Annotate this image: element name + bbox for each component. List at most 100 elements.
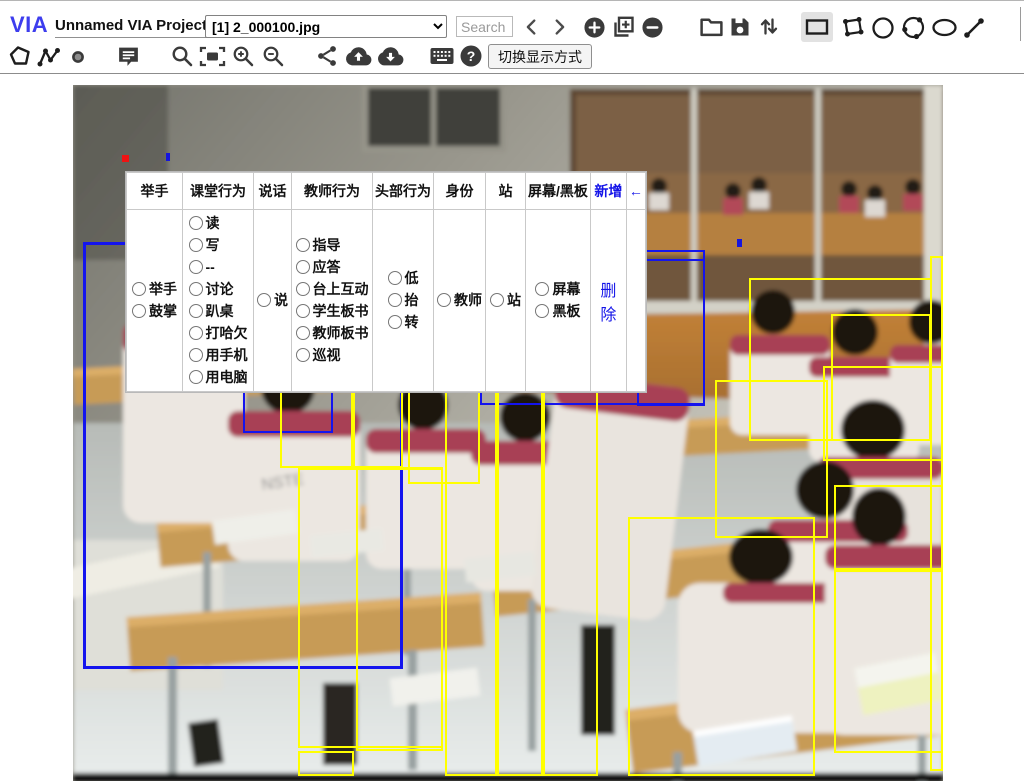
point-shape-tool[interactable] xyxy=(71,50,85,64)
radio-raise-hand[interactable] xyxy=(132,304,146,318)
region-box-yellow[interactable] xyxy=(834,485,943,570)
region-box-yellow[interactable] xyxy=(280,384,353,468)
radio-screen-board[interactable] xyxy=(535,282,550,296)
radio-option-identity[interactable]: 教师 xyxy=(437,289,482,311)
file-selector-dropdown[interactable]: [1] 2_000100.jpg xyxy=(205,15,447,38)
circle-shape-tool[interactable] xyxy=(871,16,895,40)
radio-option-teacher-behavior[interactable]: 指导 xyxy=(295,234,369,256)
next-image-button[interactable] xyxy=(548,16,570,38)
radio-option-class-behavior[interactable]: 讨论 xyxy=(188,278,248,300)
radio-teacher-behavior[interactable] xyxy=(295,348,310,362)
radio-option-class-behavior[interactable]: 写 xyxy=(188,234,248,256)
download-annotations-button[interactable] xyxy=(377,45,404,67)
region-box-yellow[interactable] xyxy=(715,380,828,538)
region-box-yellow[interactable] xyxy=(497,380,543,776)
region-box-yellow[interactable] xyxy=(298,751,354,776)
radio-option-class-behavior[interactable]: 打哈欠 xyxy=(188,322,248,344)
project-title[interactable]: Unnamed VIA Project xyxy=(55,17,211,38)
polygon-shape-tool[interactable] xyxy=(7,44,33,70)
region-box-yellow[interactable] xyxy=(628,517,815,776)
radio-class-behavior[interactable] xyxy=(188,304,203,318)
help-button[interactable]: ? xyxy=(459,44,483,68)
region-box-yellow[interactable] xyxy=(543,384,598,776)
radio-class-behavior[interactable] xyxy=(188,370,203,384)
radio-option-class-behavior[interactable]: 用手机 xyxy=(188,344,248,366)
toggle-display-mode-button[interactable]: 切换显示方式 xyxy=(488,44,592,69)
attribute-header-collapse[interactable]: ← xyxy=(625,172,646,210)
radio-class-behavior[interactable] xyxy=(188,260,203,274)
radio-option-teacher-behavior[interactable]: 学生板书 xyxy=(295,300,369,322)
region-box-yellow[interactable] xyxy=(834,570,943,753)
radio-option-class-behavior[interactable]: 趴桌 xyxy=(188,300,248,322)
add-files-from-list-button[interactable] xyxy=(611,15,635,39)
radio-class-behavior[interactable] xyxy=(188,326,203,340)
radio-teacher-behavior[interactable] xyxy=(295,304,310,318)
radio-option-head-behavior[interactable]: 低 xyxy=(387,267,419,289)
radio-standing[interactable] xyxy=(490,293,504,307)
delete-region-link[interactable]: 删除 xyxy=(600,283,616,324)
radio-option-speaking[interactable]: 说 xyxy=(257,289,288,311)
line-icon xyxy=(964,18,984,38)
region-marker-blue[interactable] xyxy=(737,239,742,247)
radio-option-class-behavior[interactable]: 用电脑 xyxy=(188,366,248,388)
radio-option-raise-hand[interactable]: 举手 xyxy=(132,278,177,300)
region-box-yellow[interactable] xyxy=(298,468,443,748)
radio-teacher-behavior[interactable] xyxy=(295,238,310,252)
radio-option-teacher-behavior[interactable]: 教师板书 xyxy=(295,322,369,344)
remove-file-button[interactable] xyxy=(641,16,664,39)
prev-image-button[interactable] xyxy=(521,16,543,38)
zoom-out-button[interactable] xyxy=(261,44,285,68)
radio-option-raise-hand[interactable]: 鼓掌 xyxy=(132,300,177,322)
fit-image-button[interactable] xyxy=(199,46,226,67)
radio-teacher-behavior[interactable] xyxy=(295,326,310,340)
radio-option-class-behavior[interactable]: 读 xyxy=(188,212,248,234)
image-search-button[interactable] xyxy=(170,44,194,68)
region-marker-blue[interactable] xyxy=(166,153,170,161)
point-circle-shape-tool[interactable] xyxy=(900,14,927,41)
radio-teacher-behavior[interactable] xyxy=(295,260,310,274)
keyboard-shortcuts-button[interactable] xyxy=(429,46,455,66)
radio-option-teacher-behavior[interactable]: 应答 xyxy=(295,256,369,278)
annotation-editor-toggle[interactable] xyxy=(116,44,141,69)
radio-option-teacher-behavior[interactable]: 巡视 xyxy=(295,344,369,366)
save-project-button[interactable] xyxy=(728,15,752,39)
import-export-button[interactable] xyxy=(757,14,781,39)
ellipse-shape-tool[interactable] xyxy=(931,18,958,37)
radio-class-behavior[interactable] xyxy=(188,216,203,230)
attribute-header-add-new[interactable]: 新增 xyxy=(589,172,627,210)
radio-option-teacher-behavior[interactable]: 台上互动 xyxy=(295,278,369,300)
polyline-icon xyxy=(37,48,60,67)
radio-class-behavior[interactable] xyxy=(188,238,203,252)
radio-head-behavior[interactable] xyxy=(387,271,402,285)
radio-head-behavior[interactable] xyxy=(387,293,402,307)
region-box-yellow[interactable] xyxy=(353,384,403,468)
region-box-yellow[interactable] xyxy=(823,366,943,461)
line-shape-tool[interactable] xyxy=(961,15,987,41)
radio-option-screen-board[interactable]: 黑板 xyxy=(535,300,580,322)
radio-raise-hand[interactable] xyxy=(132,282,146,296)
quad-shape-tool[interactable] xyxy=(840,14,866,40)
radio-option-class-behavior[interactable]: -- xyxy=(188,256,248,278)
upload-annotations-button[interactable] xyxy=(345,45,372,67)
radio-identity[interactable] xyxy=(437,293,451,307)
radio-speaking[interactable] xyxy=(257,293,271,307)
radio-class-behavior[interactable] xyxy=(188,282,203,296)
rect-shape-tool[interactable] xyxy=(801,12,833,42)
region-box-yellow[interactable] xyxy=(445,373,497,776)
radio-option-head-behavior[interactable]: 抬 xyxy=(387,289,419,311)
radio-teacher-behavior[interactable] xyxy=(295,282,310,296)
radio-option-standing[interactable]: 站 xyxy=(490,289,521,311)
radio-class-behavior[interactable] xyxy=(188,348,203,362)
radio-head-behavior[interactable] xyxy=(387,315,402,329)
share-button[interactable] xyxy=(315,44,339,68)
zoom-in-button[interactable] xyxy=(231,44,255,68)
radio-screen-board[interactable] xyxy=(535,304,550,318)
radio-option-screen-board[interactable]: 屏幕 xyxy=(535,278,580,300)
open-project-button[interactable] xyxy=(699,16,724,38)
add-files-button[interactable] xyxy=(583,16,606,39)
polyline-shape-tool[interactable] xyxy=(36,44,64,70)
region-box-yellow[interactable] xyxy=(930,256,943,771)
search-input[interactable] xyxy=(456,16,513,37)
radio-option-head-behavior[interactable]: 转 xyxy=(387,311,419,333)
region-marker-red[interactable] xyxy=(122,155,129,162)
